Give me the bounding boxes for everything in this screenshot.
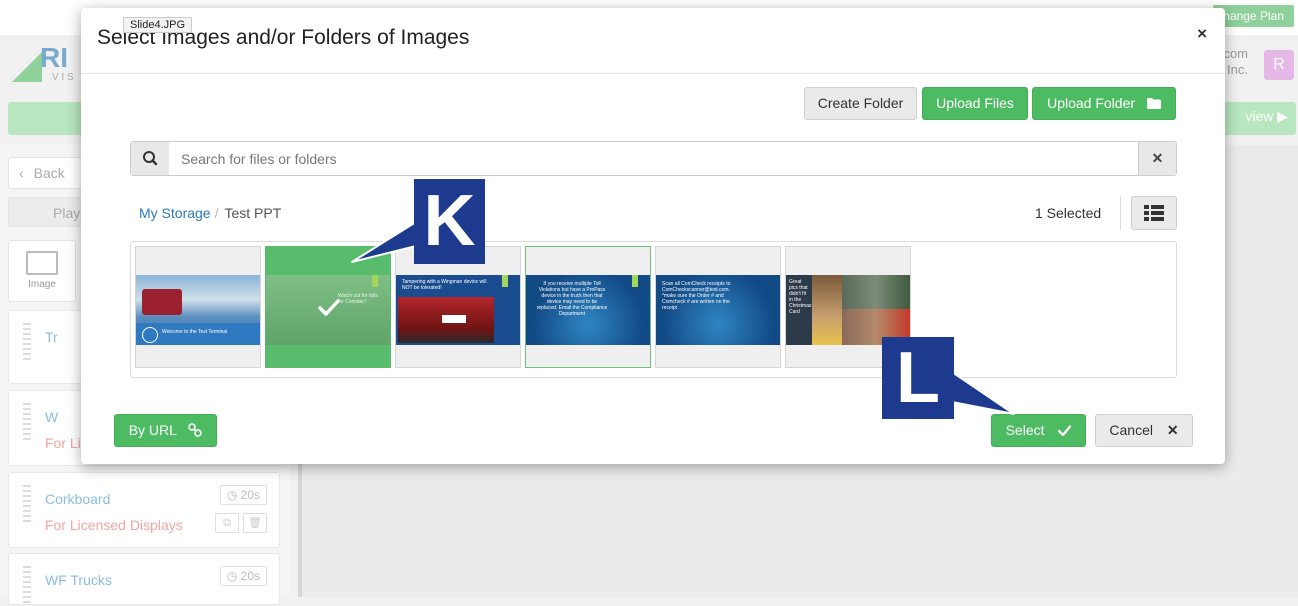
callout-k-pointer — [351, 221, 417, 263]
callout-pointers — [351, 221, 1015, 415]
callout-l: L — [882, 337, 954, 419]
callout-l-pointer — [951, 371, 1015, 415]
callout-k: K — [414, 179, 485, 264]
